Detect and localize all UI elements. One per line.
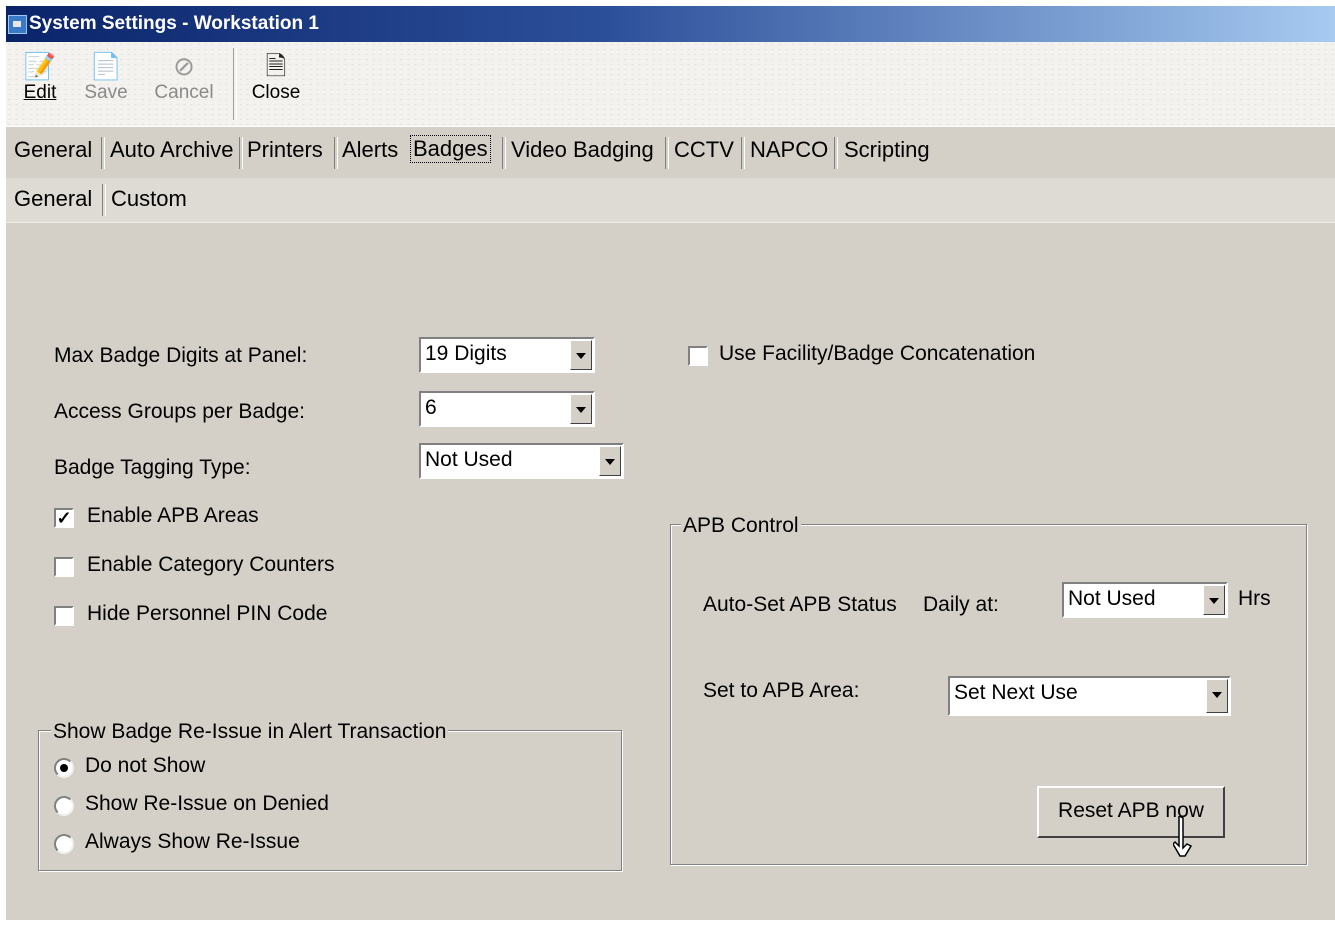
always-show-reissue-label: Always Show Re-Issue [85,830,300,853]
hrs-label: Hrs [1238,587,1271,610]
enable-apb-checkbox[interactable]: ✓ [54,508,74,528]
settings-window: System Settings - Workstation 1 📝 Edit 📄… [6,6,1335,920]
apb-control-title: APB Control [681,514,801,538]
do-not-show-radio[interactable] [54,758,74,778]
access-groups-label: Access Groups per Badge: [54,400,305,423]
max-badge-digits-select[interactable]: 19 Digits [419,337,595,373]
chevron-down-icon[interactable] [599,446,621,476]
reset-apb-button[interactable]: Reset APB now [1037,786,1225,838]
daily-at-label: Daily at: [923,593,999,616]
mouse-pointer-icon [1173,816,1193,857]
auto-set-apb-label: Auto-Set APB Status [703,593,897,616]
use-concat-label: Use Facility/Badge Concatenation [719,342,1036,365]
chevron-down-icon[interactable] [570,394,592,424]
set-apb-area-label: Set to APB Area: [703,679,860,702]
hide-pin-label: Hide Personnel PIN Code [87,602,328,625]
daily-at-select[interactable]: Not Used [1062,582,1228,618]
access-groups-select[interactable]: 6 [419,391,595,427]
chevron-down-icon[interactable] [1206,679,1228,713]
show-reissue-denied-radio[interactable] [54,796,74,816]
badge-tagging-label: Badge Tagging Type: [54,456,251,479]
enable-category-label: Enable Category Counters [87,553,335,576]
max-badge-digits-label: Max Badge Digits at Panel: [54,344,308,367]
badges-settings-panel: Max Badge Digits at Panel: 19 Digits Acc… [6,6,1335,920]
hide-pin-checkbox[interactable] [54,606,74,626]
badge-tagging-select[interactable]: Not Used [419,443,624,479]
do-not-show-label: Do not Show [85,754,206,777]
use-concat-checkbox[interactable] [688,346,708,366]
chevron-down-icon[interactable] [1203,585,1225,615]
show-reissue-denied-label: Show Re-Issue on Denied [85,792,329,815]
enable-category-checkbox[interactable] [54,557,74,577]
enable-apb-label: Enable APB Areas [87,504,259,527]
always-show-reissue-radio[interactable] [54,834,74,854]
set-apb-area-select[interactable]: Set Next Use [948,676,1231,716]
chevron-down-icon[interactable] [570,340,592,370]
reissue-group-title: Show Badge Re-Issue in Alert Transaction [51,720,449,744]
